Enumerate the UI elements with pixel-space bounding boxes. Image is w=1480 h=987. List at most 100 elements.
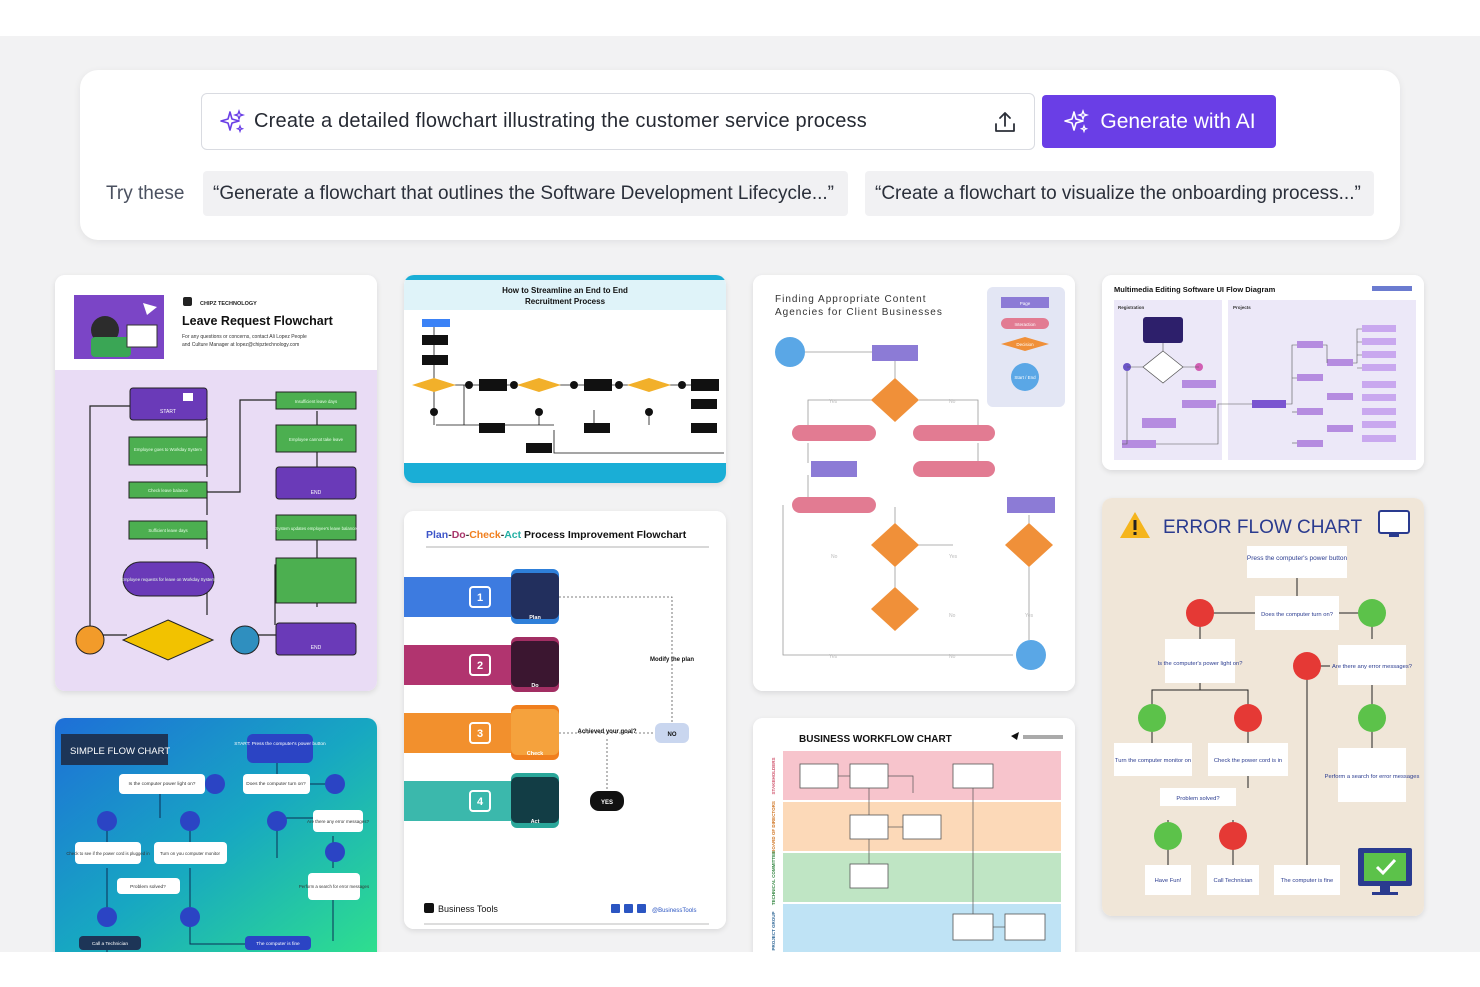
error-node-solved: Problem solved?	[1176, 796, 1220, 802]
pdca-step-3-number: 3	[477, 728, 483, 740]
simple-fine: The computer is fine	[256, 941, 300, 947]
multimedia-col-1: Registration	[1118, 305, 1145, 310]
error-title: ERROR FLOW CHART	[1163, 517, 1363, 538]
agencies-yes-4: Yes	[829, 654, 838, 660]
pdca-handle: @BusinessTools	[652, 908, 696, 914]
workflow-title: BUSINESS WORKFLOW CHART	[799, 734, 952, 745]
template-card-recruitment-process[interactable]: How to Streamline an End to End Recruitm…	[404, 275, 726, 483]
suggestion-chip-onboarding[interactable]: “Create a flowchart to visualize the onb…	[865, 171, 1374, 216]
workflow-lane-project: PROJECT GROUP	[771, 911, 776, 950]
sparkle-icon	[220, 108, 246, 133]
leave-title: Leave Request Flowchart	[182, 314, 334, 328]
pdca-step-3-label: Check	[527, 751, 544, 757]
pdca-step-1-number: 1	[477, 592, 483, 604]
template-card-leave-request[interactable]: CHIPZ TECHNOLOGY Leave Request Flowchart…	[55, 275, 377, 691]
error-node-call: Call Technician	[1214, 878, 1253, 884]
leave-subtitle-2: and Culture Manager at lopez@chipztechno…	[182, 342, 299, 348]
pdca-step-4-number: 4	[477, 796, 484, 808]
pdca-yes: YES	[601, 800, 613, 806]
leave-company: CHIPZ TECHNOLOGY	[200, 301, 257, 307]
simple-flow-chart-thumbnail: SIMPLE FLOW CHART START: Press the compu…	[55, 718, 377, 952]
agencies-legend-interaction: Interaction	[1014, 322, 1036, 327]
suggestion-chip-sdlc[interactable]: “Generate a flowchart that outlines the …	[203, 171, 848, 216]
pdca-question: Achieved your goal?	[577, 729, 636, 735]
prompt-input[interactable]: Create a detailed flowchart illustrating…	[201, 93, 1035, 150]
pdca-title-rest: Process Improvement Flowchart	[524, 529, 687, 541]
agencies-legend-page: Page	[1020, 301, 1031, 306]
error-node-turn-on: Does the computer turn on?	[1261, 612, 1334, 618]
simple-call: Call a Technician	[92, 941, 129, 947]
agencies-no-3: No	[949, 613, 956, 619]
agencies-legend-start: Start / End	[1014, 375, 1036, 380]
simple-a3: Perform a search for error messages	[299, 884, 369, 889]
workflow-lane-board: BOARD OF DIRECTORS	[771, 801, 776, 853]
template-card-pdca[interactable]: Plan-Do-Check-Act Process Improvement Fl…	[404, 511, 726, 929]
error-node-light: Is the computer's power light on?	[1158, 661, 1244, 667]
pdca-step-1-label: Plan	[529, 615, 541, 621]
leave-step-4: Employee requests for leave on Workday S…	[121, 577, 215, 582]
template-card-business-workflow[interactable]: BUSINESS WORKFLOW CHART STAKEHOLDERS BOA…	[753, 718, 1075, 952]
pdca-step-4-label: Act	[531, 819, 540, 825]
error-node-errors: Are there any error messages?	[1332, 664, 1413, 670]
simple-q2: Does the computer turn on?	[246, 781, 306, 787]
template-card-content-agencies[interactable]: Finding Appropriate Content Agencies for…	[753, 275, 1075, 691]
agencies-title-2: Agencies for Client Businesses	[775, 307, 943, 318]
leave-request-thumbnail: CHIPZ TECHNOLOGY Leave Request Flowchart…	[55, 275, 377, 691]
pdca-thumbnail: Plan-Do-Check-Act Process Improvement Fl…	[404, 511, 726, 929]
recruit-title-2: Recruitment Process	[525, 297, 606, 306]
leave-end-1: END	[311, 490, 322, 496]
pdca-title-plan: Plan	[426, 529, 448, 541]
agencies-no-4: No	[949, 654, 956, 660]
agencies-no-2: No	[831, 554, 838, 560]
template-gallery: Create a detailed flowchart illustrating…	[0, 36, 1480, 952]
simple-solved: Problem solved?	[130, 884, 166, 890]
error-node-fine: The computer is fine	[1281, 878, 1334, 884]
generate-with-ai-button[interactable]: Generate with AI	[1042, 95, 1276, 148]
sparkle-icon	[1064, 108, 1090, 133]
leave-end-2: END	[311, 645, 322, 651]
simple-q3: Are there any error messages?	[307, 819, 370, 824]
workflow-lane-stakeholders: STAKEHOLDERS	[771, 758, 776, 795]
generate-label: Generate with AI	[1100, 109, 1256, 133]
try-these-label: Try these	[106, 183, 185, 204]
pdca-step-2-label: Do	[531, 683, 539, 689]
multimedia-thumbnail: Multimedia Editing Software UI Flow Diag…	[1102, 275, 1424, 470]
multimedia-col-2: Projects	[1233, 305, 1251, 310]
error-node-search: Perform a search for error messages	[1325, 774, 1420, 780]
agencies-yes-1: Yes	[829, 399, 838, 405]
business-workflow-thumbnail: BUSINESS WORKFLOW CHART STAKEHOLDERS BOA…	[753, 718, 1075, 952]
pdca-no: NO	[668, 732, 677, 738]
simple-q1: Is the computer power light on?	[129, 781, 196, 787]
workflow-lane-technical: TECHNICAL COMMITTEE	[771, 851, 776, 905]
leave-step-3: Sufficient leave days	[148, 528, 187, 533]
agencies-yes-3: Yes	[1025, 613, 1034, 619]
error-flow-chart-thumbnail: ERROR FLOW CHART Press the computer's po…	[1102, 498, 1424, 916]
error-node-plugged: Check the power cord is in	[1214, 758, 1282, 764]
upload-icon[interactable]	[992, 109, 1018, 135]
error-node-fun: Have Fun!	[1155, 878, 1182, 884]
template-card-multimedia-ui-flow[interactable]: Multimedia Editing Software UI Flow Diag…	[1102, 275, 1424, 470]
error-node-monitor: Turn the computer monitor on	[1115, 758, 1191, 764]
agencies-thumbnail: Finding Appropriate Content Agencies for…	[753, 275, 1075, 691]
leave-step-6: Employee cannot take leave	[289, 437, 344, 442]
simple-start: START: Press the computer's power button	[234, 741, 326, 747]
pdca-title-do: Do	[452, 529, 466, 541]
multimedia-title: Multimedia Editing Software UI Flow Diag…	[1114, 285, 1276, 294]
template-card-error-flow-chart[interactable]: ERROR FLOW CHART Press the computer's po…	[1102, 498, 1424, 916]
recruitment-thumbnail: How to Streamline an End to End Recruitm…	[404, 275, 726, 483]
prompt-text[interactable]: Create a detailed flowchart illustrating…	[254, 110, 992, 133]
agencies-title-1: Finding Appropriate Content	[775, 294, 927, 305]
simple-a1: Check to see if the power cord is plugge…	[66, 851, 150, 856]
template-card-simple-flow-chart[interactable]: SIMPLE FLOW CHART START: Press the compu…	[55, 718, 377, 952]
error-node-press: Press the computer's power button	[1247, 555, 1348, 562]
pdca-title-act: Act	[504, 529, 521, 541]
leave-step-5: Insufficient leave days	[295, 399, 337, 404]
pdca-brand: Business Tools	[438, 904, 498, 914]
pdca-title-check: Check	[469, 529, 501, 541]
leave-step-2: Check leave balance	[148, 488, 189, 493]
prompt-card: Create a detailed flowchart illustrating…	[80, 70, 1400, 240]
leave-subtitle-1: For any questions or concerns, contact A…	[182, 334, 307, 340]
agencies-no-1: No	[949, 399, 956, 405]
leave-step-7: System updates employee's leave balance	[275, 526, 357, 531]
pdca-title: Plan-Do-Check-Act Process Improvement Fl…	[426, 529, 687, 541]
